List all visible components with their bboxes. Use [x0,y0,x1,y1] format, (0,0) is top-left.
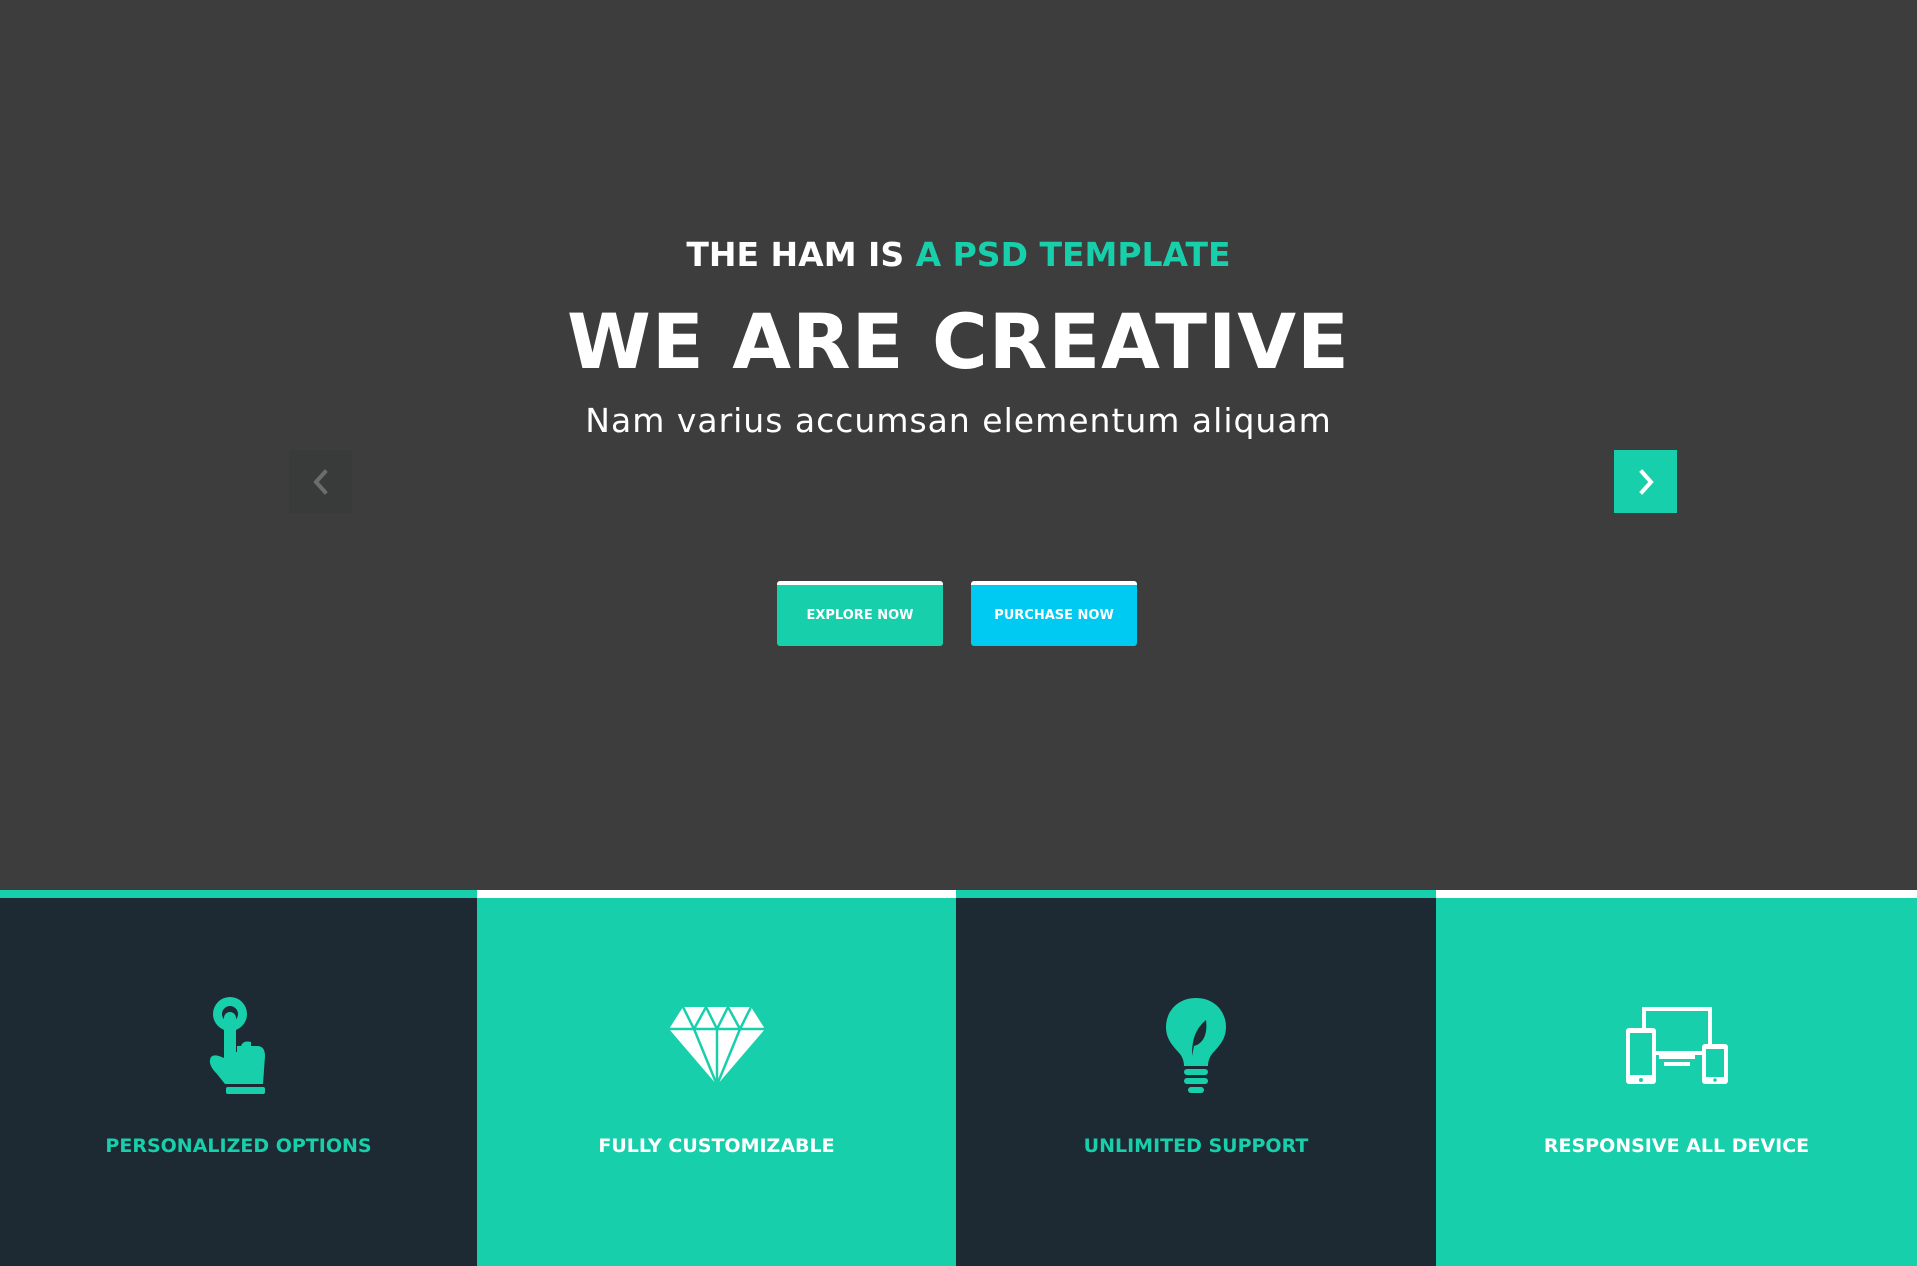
hero-kicker-accent: A PSD TEMPLATE [915,235,1231,274]
feature-responsive-all-device: RESPONSIVE ALL DEVICE [1436,890,1917,1266]
lightbulb-leaf-icon [1141,991,1251,1101]
feature-label: UNLIMITED SUPPORT [1083,1135,1309,1157]
feature-fully-customizable: FULLY CUSTOMIZABLE [477,890,956,1266]
feature-label: RESPONSIVE ALL DEVICE [1543,1135,1810,1157]
feature-unlimited-support: UNLIMITED SUPPORT [956,890,1436,1266]
feature-personalized-options: PERSONALIZED OPTIONS [0,890,477,1266]
diamond-icon [662,991,772,1101]
chevron-left-icon [312,468,328,495]
page: THE HAM IS A PSD TEMPLATE WE ARE CREATIV… [0,0,1917,1266]
feature-label: FULLY CUSTOMIZABLE [598,1135,835,1157]
hero-kicker: THE HAM IS A PSD TEMPLATE [0,230,1917,280]
slider-next-button[interactable] [1614,450,1677,513]
features-strip: PERSONALIZED OPTIONS FULLY CUSTOMIZABLE [0,890,1917,1266]
hero-headline: WE ARE CREATIVE [567,297,1350,386]
slider-prev-button[interactable] [289,450,352,513]
hero-slider: THE HAM IS A PSD TEMPLATE WE ARE CREATIV… [0,0,1917,890]
purchase-now-button[interactable]: PURCHASE NOW [971,581,1137,646]
hero-subline: Nam varius accumsan elementum aliquam [585,401,1332,440]
chevron-right-icon [1638,468,1654,495]
hand-pointer-icon [184,991,294,1101]
devices-icon [1622,991,1732,1101]
hero-kicker-white: THE HAM IS [686,235,905,274]
explore-now-button[interactable]: EXPLORE NOW [777,581,943,646]
feature-label: PERSONALIZED OPTIONS [105,1135,372,1157]
